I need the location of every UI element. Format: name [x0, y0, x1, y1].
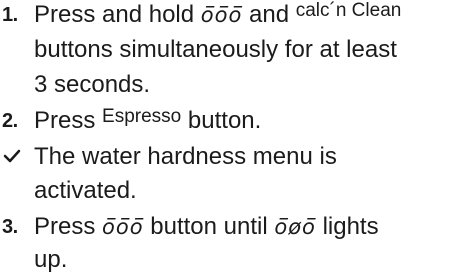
button-symbols-icon: ō̄ō̄ō̄	[102, 215, 144, 239]
step-text-line: activated.	[34, 177, 137, 204]
step-text: Press	[34, 213, 96, 240]
espresso-button-label: Espresso	[102, 106, 182, 127]
step-number: 3.	[2, 216, 18, 238]
step-text-line: Press and hold ō̄ō̄ō̄ and calc´n Clean	[34, 0, 401, 31]
step-text-line: up.	[34, 246, 68, 273]
indicator-symbols-icon: ō̄øō̄	[274, 215, 316, 239]
step-text-line: Press Espresso button.	[34, 106, 261, 137]
button-symbols-icon: ō̄ō̄ō̄	[200, 3, 243, 27]
step-text: button.	[187, 107, 262, 134]
step-number: 2.	[2, 110, 18, 132]
step-text-line: buttons simultaneously for at least	[34, 36, 397, 63]
step-number: 1.	[2, 4, 18, 26]
step-text: lights	[322, 213, 379, 240]
step-text: Press	[34, 107, 96, 134]
step-text-line: The water hardness menu is	[34, 143, 337, 170]
check-icon	[3, 148, 21, 169]
step-text: Press and hold	[34, 1, 195, 28]
step-text: button until	[150, 213, 268, 240]
calc-clean-button-label: calc´n Clean	[295, 0, 402, 21]
step-text: and	[249, 1, 290, 28]
step-text-line: Press ō̄ō̄ō̄ button until ō̄øō̄ lights	[34, 212, 379, 242]
step-text-line: 3 seconds.	[34, 71, 151, 98]
